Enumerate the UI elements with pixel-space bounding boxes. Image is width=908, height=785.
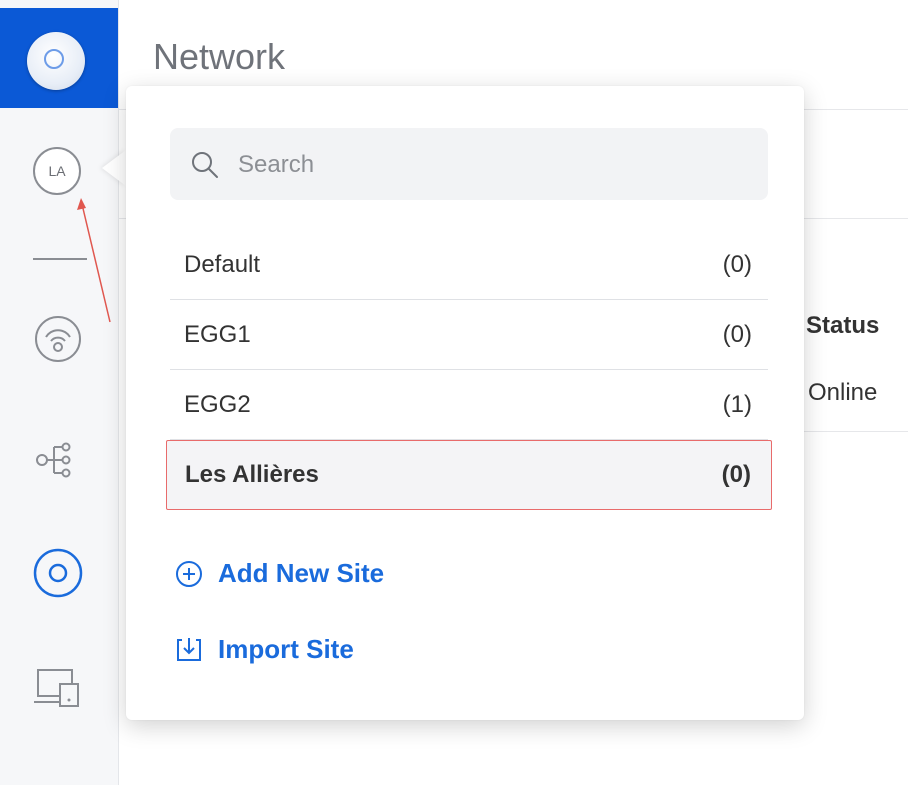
site-name: EGG2 [184, 390, 251, 418]
search-icon [192, 152, 218, 178]
column-header-status[interactable]: Status [806, 312, 879, 340]
sidebar-divider [33, 258, 87, 260]
app-logo[interactable] [0, 8, 118, 108]
site-name: EGG1 [184, 320, 251, 348]
site-name: Default [184, 250, 261, 278]
site-list: Default (0) EGG1 (0) EGG2 (1) Les Allièr… [166, 230, 772, 510]
wifi-icon[interactable] [32, 313, 84, 365]
site-item-les-allieres[interactable]: Les Allières (0) [166, 440, 772, 510]
site-count: (0) [722, 250, 752, 278]
import-site-button[interactable]: Import Site [174, 634, 354, 665]
site-count: (0) [721, 461, 751, 488]
site-count: (1) [722, 390, 752, 418]
sidebar: LA [0, 0, 119, 785]
devices-icon[interactable] [32, 662, 84, 714]
site-item-egg2[interactable]: EGG2 (1) [170, 370, 768, 440]
site-initials: LA [48, 163, 66, 179]
topology-icon[interactable] [32, 433, 84, 485]
search-input[interactable] [236, 146, 740, 184]
add-new-site-label: Add New Site [218, 558, 385, 588]
dropdown-pointer [102, 150, 126, 186]
site-item-default[interactable]: Default (0) [170, 230, 768, 300]
site-count: (0) [722, 320, 752, 348]
add-new-site-button[interactable]: Add New Site [174, 558, 384, 589]
add-circle-icon [176, 560, 202, 587]
table-row-divider [800, 431, 908, 432]
import-icon [177, 637, 201, 661]
page-title: Network [153, 36, 286, 77]
site-name: Les Allières [185, 461, 319, 488]
status-cell: Online [808, 379, 878, 406]
app-logo-icon [27, 32, 85, 90]
access-point-icon[interactable] [32, 547, 84, 599]
site-dropdown: Default (0) EGG1 (0) EGG2 (1) Les Allièr… [126, 86, 804, 720]
import-site-label: Import Site [218, 634, 354, 664]
site-switcher-button[interactable]: LA [33, 147, 81, 195]
site-item-egg1[interactable]: EGG1 (0) [170, 300, 768, 370]
search-box[interactable] [170, 128, 768, 200]
